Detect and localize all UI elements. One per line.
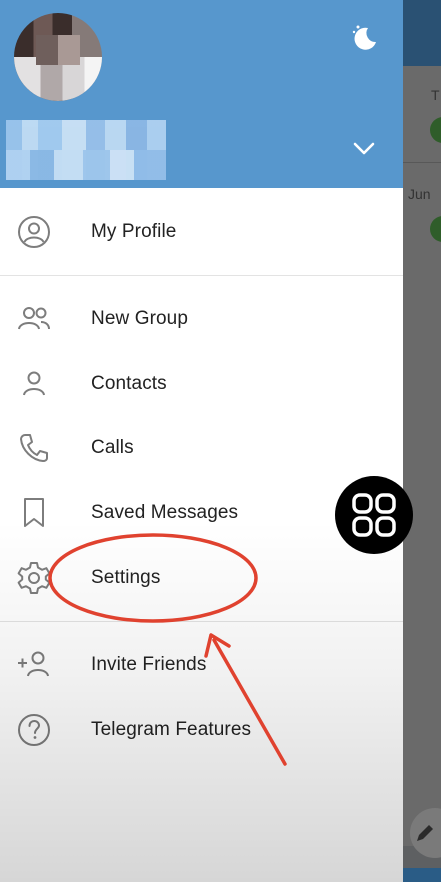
- annotation-overlay: [48, 533, 287, 766]
- annotation-arrow: [212, 638, 287, 766]
- annotation-circle: [48, 533, 258, 623]
